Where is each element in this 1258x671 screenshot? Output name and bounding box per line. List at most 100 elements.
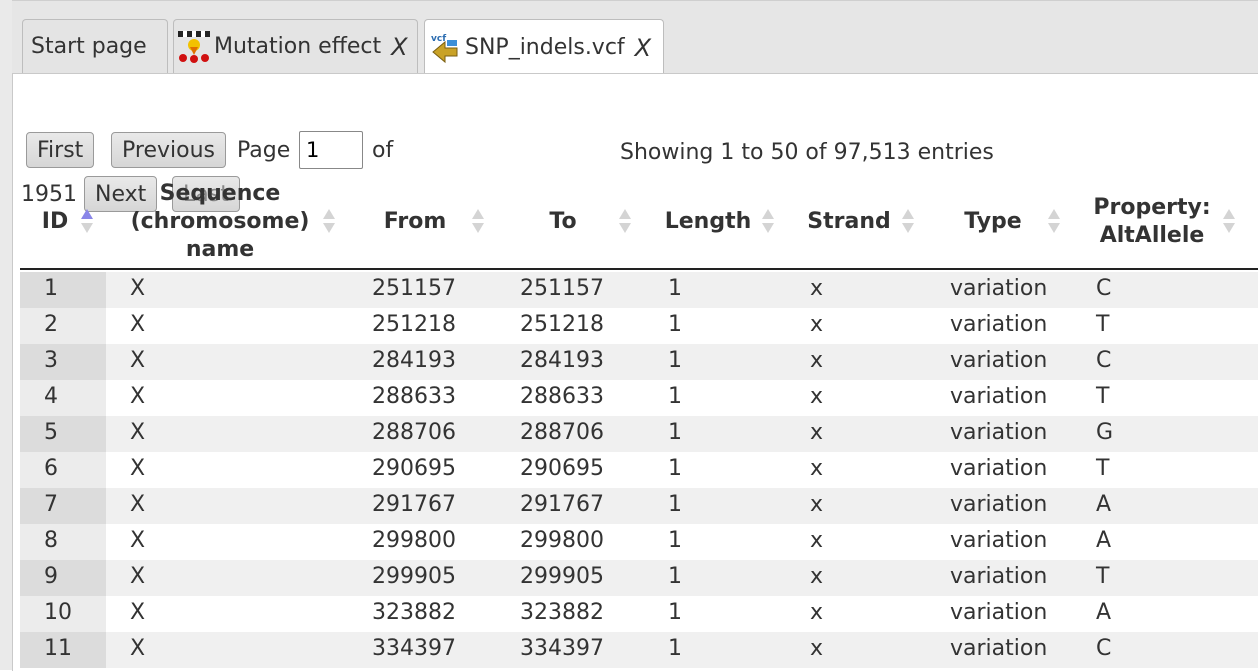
cell-type: variation	[950, 420, 1048, 445]
table-row[interactable]: 3 X 284193 284193 1 x variation C	[20, 344, 1258, 380]
cell-to: 291767	[520, 492, 604, 517]
table-row[interactable]: 2 X 251218 251218 1 x variation T	[20, 308, 1258, 344]
cell-strand: x	[810, 384, 824, 409]
cell-type: variation	[950, 492, 1048, 517]
page-label: Page	[237, 138, 291, 163]
table-row[interactable]: 10 X 323882 323882 1 x variation A	[20, 596, 1258, 632]
cell-to: 288706	[520, 420, 604, 445]
sort-icon[interactable]	[1223, 207, 1235, 235]
cell-altallele: T	[1096, 564, 1110, 589]
cell-to: 323882	[520, 600, 604, 625]
cell-id: 4	[44, 384, 58, 409]
cell-altallele: C	[1096, 636, 1112, 661]
previous-page-button[interactable]: Previous	[111, 132, 226, 168]
cell-altallele: T	[1096, 384, 1110, 409]
cell-type: variation	[950, 564, 1048, 589]
table-row[interactable]: 9 X 299905 299905 1 x variation T	[20, 560, 1258, 596]
cell-length: 1	[668, 348, 682, 373]
cell-to: 288633	[520, 384, 604, 409]
tab-mutation-effect[interactable]: Mutation effect X	[173, 19, 418, 73]
column-header-strand[interactable]: Strand	[806, 208, 892, 236]
column-header-from[interactable]: From	[382, 208, 448, 236]
cell-sequence: X	[130, 636, 146, 661]
id-cell-bg	[20, 452, 106, 488]
cell-from: 288706	[372, 420, 456, 445]
cell-altallele: A	[1096, 492, 1112, 517]
column-header-length[interactable]: Length	[664, 208, 752, 236]
column-header-to[interactable]: To	[545, 208, 581, 236]
cell-id: 2	[44, 312, 58, 337]
cell-strand: x	[810, 456, 824, 481]
cell-length: 1	[668, 600, 682, 625]
table-row[interactable]: 5 X 288706 288706 1 x variation G	[20, 416, 1258, 452]
cell-strand: x	[810, 600, 824, 625]
sort-icon[interactable]	[472, 207, 484, 235]
close-icon[interactable]: X	[635, 34, 651, 62]
cell-from: 334397	[372, 636, 456, 661]
cell-sequence: X	[130, 348, 146, 373]
sort-icon[interactable]	[902, 207, 914, 235]
column-header-id[interactable]: ID	[38, 208, 72, 236]
table-row[interactable]: 4 X 288633 288633 1 x variation T	[20, 380, 1258, 416]
cell-to: 251157	[520, 276, 604, 301]
cell-length: 1	[668, 564, 682, 589]
of-label: of	[372, 138, 394, 163]
table-row[interactable]: 6 X 290695 290695 1 x variation T	[20, 452, 1258, 488]
mutation-effect-icon	[178, 30, 210, 63]
sort-ascending-icon[interactable]	[81, 207, 93, 235]
tab-snp-indels-vcf[interactable]: vcf SNP_indels.vcf X	[424, 19, 664, 75]
cell-length: 1	[668, 384, 682, 409]
cell-sequence: X	[130, 420, 146, 445]
cell-sequence: X	[130, 276, 146, 301]
tab-bar: Start page Mutation effect X vcf SNP_ind…	[12, 0, 1258, 75]
sort-icon[interactable]	[762, 207, 774, 235]
vcf-file-icon: vcf	[429, 32, 461, 64]
next-page-button[interactable]: Next	[84, 176, 158, 212]
cell-to: 251218	[520, 312, 604, 337]
column-header-property-line1[interactable]: Property:	[1092, 194, 1212, 222]
cell-altallele: C	[1096, 348, 1112, 373]
tab-start-page[interactable]: Start page	[22, 19, 168, 73]
table-row[interactable]: 11 X 334397 334397 1 x variation C	[20, 632, 1258, 668]
cell-id: 3	[44, 348, 58, 373]
sort-icon[interactable]	[1048, 207, 1060, 235]
tab-start-page-label: Start page	[31, 34, 147, 59]
cell-strand: x	[810, 492, 824, 517]
cell-strand: x	[810, 276, 824, 301]
cell-length: 1	[668, 492, 682, 517]
column-header-sequence-line2[interactable]: (chromosome)	[126, 208, 314, 236]
cell-from: 299905	[372, 564, 456, 589]
cell-altallele: C	[1096, 276, 1112, 301]
page-number-input[interactable]	[299, 131, 363, 169]
cell-id: 5	[44, 420, 58, 445]
cell-strand: x	[810, 420, 824, 445]
cell-id: 11	[44, 636, 72, 661]
sort-icon[interactable]	[619, 207, 631, 235]
cell-to: 290695	[520, 456, 604, 481]
cell-altallele: T	[1096, 312, 1110, 337]
cell-from: 291767	[372, 492, 456, 517]
cell-type: variation	[950, 456, 1048, 481]
cell-from: 290695	[372, 456, 456, 481]
tab-snp-indels-vcf-label: SNP_indels.vcf	[465, 35, 625, 60]
cell-to: 299800	[520, 528, 604, 553]
table-row[interactable]: 8 X 299800 299800 1 x variation A	[20, 524, 1258, 560]
table-row[interactable]: 7 X 291767 291767 1 x variation A	[20, 488, 1258, 524]
table-row[interactable]: 1 X 251157 251157 1 x variation C	[20, 272, 1258, 308]
cell-from: 251218	[372, 312, 456, 337]
sort-icon[interactable]	[323, 207, 335, 235]
cell-id: 10	[44, 600, 72, 625]
cell-type: variation	[950, 636, 1048, 661]
column-header-property-line2[interactable]: AltAllele	[1098, 222, 1206, 250]
id-cell-bg	[20, 344, 106, 380]
column-header-sequence-line3[interactable]: name	[180, 236, 260, 264]
first-page-button[interactable]: First	[26, 132, 95, 168]
close-icon[interactable]: X	[391, 33, 407, 61]
column-header-type[interactable]: Type	[962, 208, 1024, 236]
cell-from: 251157	[372, 276, 456, 301]
cell-from: 284193	[372, 348, 456, 373]
id-cell-bg	[20, 524, 106, 560]
cell-strand: x	[810, 312, 824, 337]
column-header-sequence-line1[interactable]: Sequence	[159, 180, 281, 208]
id-cell-bg	[20, 560, 106, 596]
